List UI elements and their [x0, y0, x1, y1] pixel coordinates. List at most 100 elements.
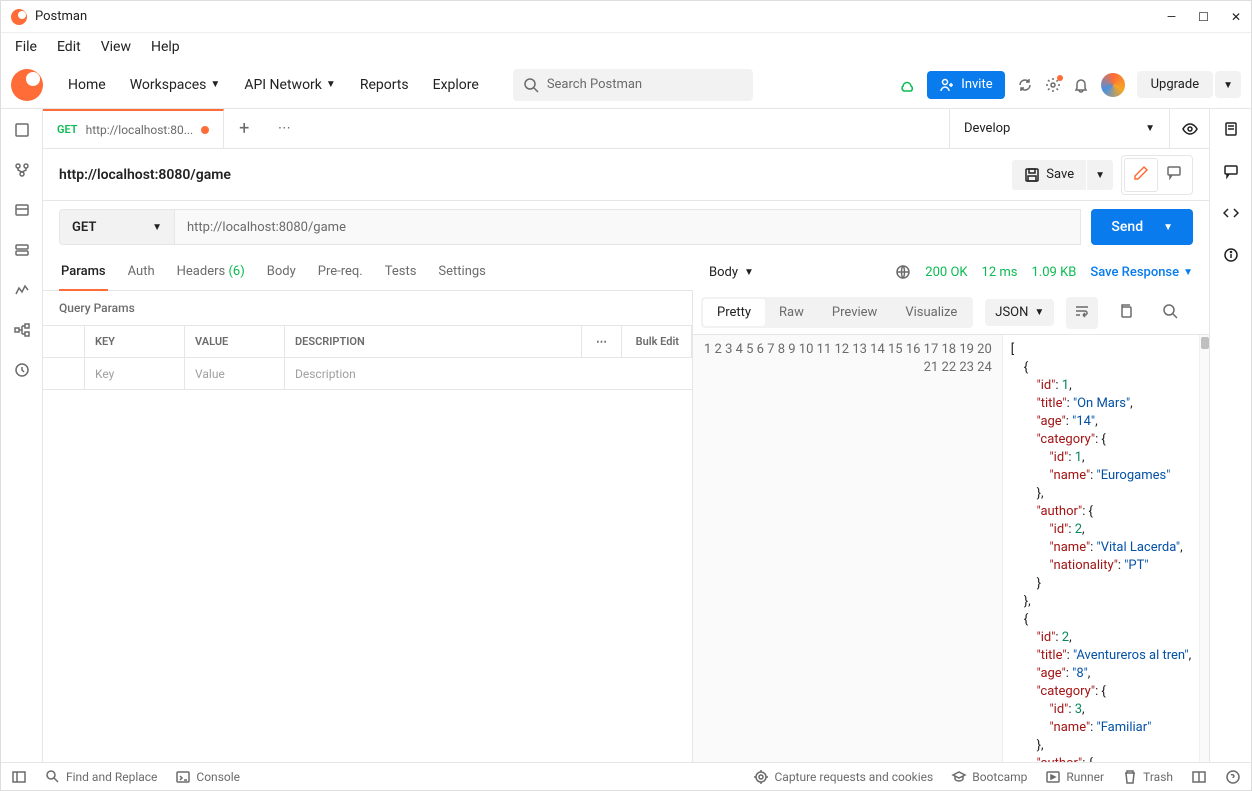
wrap-line-icon[interactable] — [1066, 297, 1098, 329]
chevron-down-icon: ▼ — [152, 222, 162, 233]
request-tab[interactable]: GET http://localhost:80... — [43, 109, 224, 148]
chevron-down-icon: ▼ — [1145, 123, 1155, 134]
save-button[interactable]: Save — [1012, 160, 1086, 190]
view-raw[interactable]: Raw — [765, 299, 818, 326]
edit-icon[interactable] — [1124, 158, 1158, 192]
query-params-label: Query Params — [43, 291, 692, 325]
comment-icon[interactable] — [1158, 158, 1190, 192]
info-icon[interactable] — [1223, 247, 1239, 267]
tab-tests[interactable]: Tests — [383, 254, 419, 289]
trash[interactable]: Trash — [1122, 769, 1173, 785]
tab-prereq[interactable]: Pre-req. — [316, 254, 365, 289]
upgrade-button[interactable]: Upgrade — [1137, 71, 1213, 98]
find-replace[interactable]: Find and Replace — [45, 769, 157, 785]
invite-button[interactable]: Invite — [927, 71, 1004, 99]
method-selector[interactable]: GET▼ — [59, 209, 175, 245]
menu-help[interactable]: Help — [143, 35, 188, 59]
minimize-button[interactable]: — — [1167, 10, 1176, 24]
response-body-tab[interactable]: Body▼ — [709, 265, 754, 280]
bulk-edit-link[interactable]: Bulk Edit — [622, 326, 692, 357]
menu-edit[interactable]: Edit — [49, 35, 89, 59]
tab-body[interactable]: Body — [265, 254, 298, 289]
status-bar: Find and Replace Console Capture request… — [1, 762, 1251, 790]
col-value: VALUE — [185, 326, 285, 357]
tab-options-button[interactable]: ⋯ — [264, 109, 304, 148]
view-pretty[interactable]: Pretty — [703, 299, 765, 326]
format-selector[interactable]: JSON▼ — [985, 299, 1054, 326]
notifications-icon[interactable] — [1073, 77, 1089, 93]
avatar[interactable] — [1101, 73, 1125, 97]
chevron-down-icon: ▼ — [1095, 170, 1105, 181]
menu-view[interactable]: View — [93, 35, 139, 59]
postman-logo-icon[interactable] — [11, 69, 43, 101]
tab-headers[interactable]: Headers (6) — [175, 254, 247, 289]
request-header: http://localhost:8080/game Save ▼ — [43, 149, 1209, 201]
view-visualize[interactable]: Visualize — [891, 299, 971, 326]
chevron-down-icon: ▼ — [744, 267, 754, 278]
view-preview[interactable]: Preview — [818, 299, 891, 326]
settings-icon[interactable] — [1045, 77, 1061, 93]
capture-requests[interactable]: Capture requests and cookies — [753, 769, 933, 785]
menu-file[interactable]: File — [7, 35, 45, 59]
apis-icon[interactable] — [13, 161, 31, 179]
copy-icon[interactable] — [1110, 297, 1142, 329]
help-icon[interactable] — [1225, 769, 1241, 785]
code-icon[interactable] — [1223, 205, 1239, 225]
top-nav: Home Workspaces▼ API Network▼ Reports Ex… — [1, 61, 1251, 109]
col-description: DESCRIPTION — [285, 326, 582, 357]
window-title: Postman — [35, 9, 87, 24]
col-more[interactable]: ⋯ — [582, 326, 622, 357]
search-response-icon[interactable] — [1154, 297, 1186, 329]
scrollbar[interactable] — [1199, 335, 1209, 762]
environment-quick-look[interactable] — [1169, 109, 1209, 148]
two-pane-icon[interactable] — [1191, 769, 1207, 785]
chevron-down-icon: ▼ — [1183, 267, 1193, 278]
nav-reports[interactable]: Reports — [350, 71, 419, 99]
tab-settings[interactable]: Settings — [436, 254, 487, 289]
save-response-link[interactable]: Save Response▼ — [1090, 265, 1193, 280]
chevron-down-icon: ▼ — [1034, 307, 1044, 318]
maximize-button[interactable]: ☐ — [1198, 10, 1209, 24]
tab-method: GET — [57, 123, 78, 136]
collections-icon[interactable] — [13, 121, 31, 139]
close-button[interactable]: ✕ — [1231, 10, 1241, 24]
postman-logo-icon — [11, 9, 27, 25]
url-input[interactable]: http://localhost:8080/game — [175, 209, 1081, 245]
nav-workspaces[interactable]: Workspaces▼ — [120, 71, 231, 99]
chevron-down-icon: ▼ — [1163, 222, 1173, 233]
col-key: KEY — [85, 326, 185, 357]
environment-selector[interactable]: Develop ▼ — [949, 109, 1169, 148]
upgrade-dropdown[interactable]: ▼ — [1215, 71, 1241, 98]
chevron-down-icon: ▼ — [326, 79, 336, 90]
monitors-icon[interactable] — [13, 281, 31, 299]
globe-icon[interactable] — [895, 264, 911, 280]
comments-icon[interactable] — [1223, 163, 1239, 183]
hide-sidebar-icon[interactable] — [11, 769, 27, 785]
history-icon[interactable] — [13, 361, 31, 379]
response-size: 1.09 KB — [1032, 265, 1077, 280]
tab-params[interactable]: Params — [59, 254, 108, 291]
sync-icon[interactable] — [899, 77, 915, 93]
environments-icon[interactable] — [13, 201, 31, 219]
nav-explore[interactable]: Explore — [423, 71, 489, 99]
runner[interactable]: Runner — [1045, 769, 1104, 785]
right-rail — [1209, 109, 1251, 762]
value-input[interactable]: Value — [185, 358, 285, 389]
bootcamp[interactable]: Bootcamp — [951, 769, 1027, 785]
mock-servers-icon[interactable] — [13, 241, 31, 259]
documentation-icon[interactable] — [1223, 121, 1239, 141]
col-checkbox — [43, 326, 85, 357]
sync-status-icon[interactable] — [1017, 77, 1033, 93]
nav-home[interactable]: Home — [58, 71, 116, 99]
console[interactable]: Console — [175, 769, 240, 785]
code-viewer[interactable]: 1 2 3 4 5 6 7 8 9 10 11 12 13 14 15 16 1… — [693, 335, 1209, 762]
new-tab-button[interactable]: + — [224, 109, 264, 148]
flows-icon[interactable] — [13, 321, 31, 339]
save-dropdown[interactable]: ▼ — [1087, 160, 1113, 190]
search-input[interactable]: Search Postman — [513, 69, 753, 101]
send-button[interactable]: Send▼ — [1091, 209, 1193, 245]
tab-auth[interactable]: Auth — [126, 254, 157, 289]
key-input[interactable]: Key — [85, 358, 185, 389]
description-input[interactable]: Description — [285, 358, 692, 389]
nav-api-network[interactable]: API Network▼ — [234, 71, 346, 99]
